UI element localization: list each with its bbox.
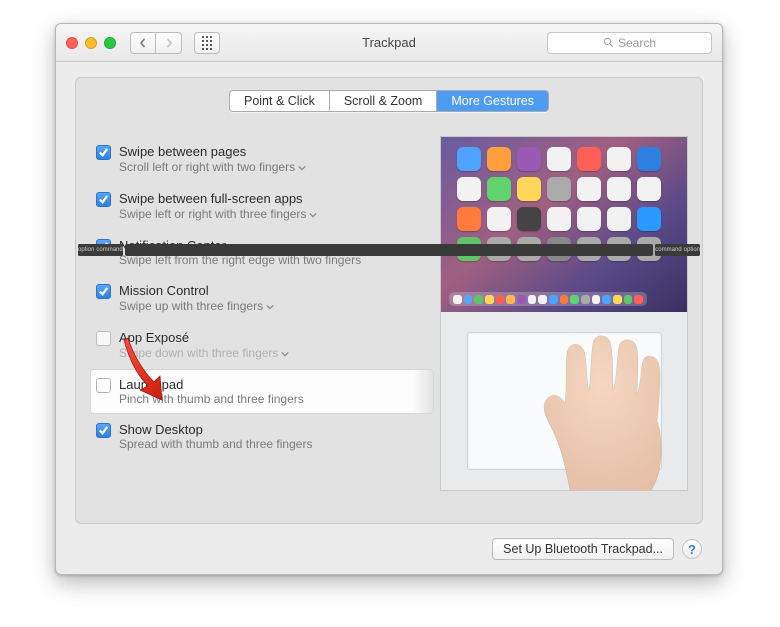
key-command: command — [655, 244, 681, 256]
option-subtitle[interactable]: Swipe left or right with three fingers — [119, 206, 317, 222]
zoom-button[interactable] — [104, 37, 116, 49]
option-row[interactable]: Swipe between pagesScroll left or right … — [90, 136, 434, 183]
key-option: option — [684, 244, 688, 256]
checkbox[interactable] — [96, 145, 111, 160]
chevron-down-icon — [266, 300, 274, 314]
keyboard-strip: optioncommand commandoption — [440, 244, 688, 256]
gesture-preview: optioncommand commandoption — [440, 136, 688, 491]
option-text: Swipe between pagesScroll left or right … — [119, 144, 306, 175]
content-panel: Point & Click Scroll & Zoom More Gesture… — [75, 77, 703, 524]
checkbox[interactable] — [96, 423, 111, 438]
close-button[interactable] — [66, 37, 78, 49]
chevron-down-icon — [298, 161, 306, 175]
option-title: Show Desktop — [119, 422, 312, 437]
option-row[interactable]: Mission ControlSwipe up with three finge… — [90, 275, 434, 322]
option-row[interactable]: App ExposéSwipe down with three fingers — [90, 322, 434, 369]
show-all-button[interactable] — [194, 32, 220, 54]
option-text: LaunchpadPinch with thumb and three fing… — [119, 377, 304, 406]
titlebar: Trackpad Search — [56, 24, 722, 62]
option-subtitle: Spread with thumb and three fingers — [119, 437, 312, 451]
search-icon — [603, 37, 614, 48]
option-text: Show DesktopSpread with thumb and three … — [119, 422, 312, 451]
option-title: Swipe between full-screen apps — [119, 191, 317, 206]
setup-bluetooth-button[interactable]: Set Up Bluetooth Trackpad... — [492, 538, 674, 560]
checkbox[interactable] — [96, 378, 111, 393]
options-list: Swipe between pagesScroll left or right … — [90, 136, 434, 491]
preview-trackpad — [441, 312, 687, 490]
search-field[interactable]: Search — [547, 32, 712, 54]
grid-icon — [202, 36, 212, 50]
search-placeholder: Search — [618, 36, 656, 50]
option-subtitle[interactable]: Swipe down with three fingers — [119, 345, 289, 361]
checkbox[interactable] — [96, 284, 111, 299]
tab-scroll-zoom[interactable]: Scroll & Zoom — [330, 91, 438, 111]
option-text: Swipe between full-screen appsSwipe left… — [119, 191, 317, 222]
option-row[interactable]: Show DesktopSpread with thumb and three … — [90, 414, 434, 459]
back-button[interactable] — [130, 32, 156, 54]
footer: Set Up Bluetooth Trackpad... ? — [492, 538, 702, 560]
tabs: Point & Click Scroll & Zoom More Gesture… — [76, 90, 702, 112]
chevron-down-icon — [309, 208, 317, 222]
forward-button[interactable] — [156, 32, 182, 54]
option-row[interactable]: LaunchpadPinch with thumb and three fing… — [90, 369, 434, 414]
body: Swipe between pagesScroll left or right … — [76, 112, 702, 505]
option-subtitle[interactable]: Scroll left or right with two fingers — [119, 159, 306, 175]
hand-icon — [531, 331, 688, 491]
checkbox[interactable] — [96, 192, 111, 207]
traffic-lights — [66, 37, 116, 49]
option-title: Mission Control — [119, 283, 274, 298]
option-text: Mission ControlSwipe up with three finge… — [119, 283, 274, 314]
tab-point-click[interactable]: Point & Click — [230, 91, 330, 111]
option-title: App Exposé — [119, 330, 289, 345]
option-subtitle: Pinch with thumb and three fingers — [119, 392, 304, 406]
window: Trackpad Search Point & Click Scroll & Z… — [55, 23, 723, 575]
option-row[interactable]: Swipe between full-screen appsSwipe left… — [90, 183, 434, 230]
option-title: Swipe between pages — [119, 144, 306, 159]
option-subtitle[interactable]: Swipe up with three fingers — [119, 298, 274, 314]
nav-back-forward — [130, 32, 182, 54]
help-button[interactable]: ? — [682, 539, 702, 559]
option-title: Launchpad — [119, 377, 304, 392]
checkbox[interactable] — [96, 331, 111, 346]
tab-more-gestures[interactable]: More Gestures — [437, 91, 548, 111]
chevron-down-icon — [281, 347, 289, 361]
dock-icon — [449, 292, 647, 306]
minimize-button[interactable] — [85, 37, 97, 49]
preview-screen — [441, 137, 687, 312]
option-text: App ExposéSwipe down with three fingers — [119, 330, 289, 361]
